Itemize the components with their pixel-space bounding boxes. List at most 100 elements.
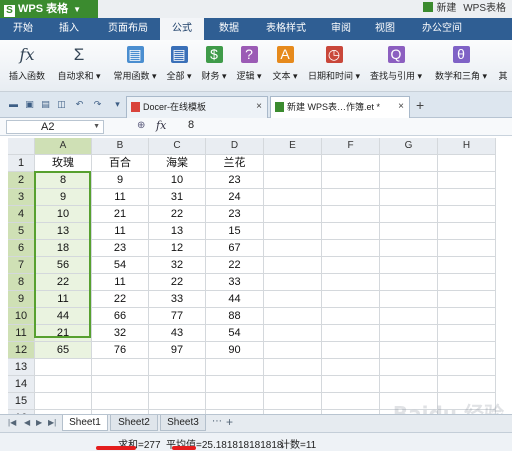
column-header-g[interactable]: G bbox=[380, 138, 438, 155]
cell-a6[interactable]: 18 bbox=[35, 240, 92, 257]
sheet-tab-sheet2[interactable]: Sheet2 bbox=[110, 415, 158, 431]
cell-h8[interactable] bbox=[438, 274, 496, 291]
column-header-f[interactable]: F bbox=[322, 138, 380, 155]
cell-e6[interactable] bbox=[264, 240, 322, 257]
cell-g9[interactable] bbox=[380, 291, 438, 308]
lookup-reference-button[interactable]: Q 查找与引用 ▾ bbox=[366, 46, 426, 90]
row-header[interactable]: 5 bbox=[8, 223, 35, 240]
cell-b9[interactable]: 22 bbox=[92, 291, 149, 308]
row-header[interactable]: 15 bbox=[8, 393, 35, 410]
cell-a1[interactable]: 玫瑰 bbox=[35, 155, 92, 172]
cell-d13[interactable] bbox=[206, 359, 264, 376]
cell-b6[interactable]: 23 bbox=[92, 240, 149, 257]
cell-e12[interactable] bbox=[264, 342, 322, 359]
tab-review[interactable]: 审阅 bbox=[322, 18, 360, 40]
column-header-a[interactable]: A bbox=[35, 138, 92, 155]
cell-f5[interactable] bbox=[322, 223, 380, 240]
column-header-d[interactable]: D bbox=[206, 138, 264, 155]
zoom-search-icon[interactable]: ⊕ bbox=[137, 120, 145, 131]
cell-h11[interactable] bbox=[438, 325, 496, 342]
row-header[interactable]: 4 bbox=[8, 206, 35, 223]
cell-f3[interactable] bbox=[322, 189, 380, 206]
cell-e13[interactable] bbox=[264, 359, 322, 376]
row-header[interactable]: 1 bbox=[8, 155, 35, 172]
cell-g2[interactable] bbox=[380, 172, 438, 189]
cell-d15[interactable] bbox=[206, 393, 264, 410]
cell-b14[interactable] bbox=[92, 376, 149, 393]
cell-b7[interactable]: 54 bbox=[92, 257, 149, 274]
cell-g11[interactable] bbox=[380, 325, 438, 342]
cell-a13[interactable] bbox=[35, 359, 92, 376]
cell-d4[interactable]: 23 bbox=[206, 206, 264, 223]
cell-f2[interactable] bbox=[322, 172, 380, 189]
cell-f6[interactable] bbox=[322, 240, 380, 257]
cell-c3[interactable]: 31 bbox=[149, 189, 206, 206]
print-icon[interactable]: ▤ bbox=[40, 99, 51, 110]
cell-h9[interactable] bbox=[438, 291, 496, 308]
cell-f1[interactable] bbox=[322, 155, 380, 172]
name-box[interactable]: A2 ▼ bbox=[6, 120, 104, 134]
row-header[interactable]: 6 bbox=[8, 240, 35, 257]
cell-f7[interactable] bbox=[322, 257, 380, 274]
cell-d1[interactable]: 兰花 bbox=[206, 155, 264, 172]
column-header-h[interactable]: H bbox=[438, 138, 496, 155]
cell-g14[interactable] bbox=[380, 376, 438, 393]
cell-d9[interactable]: 44 bbox=[206, 291, 264, 308]
cell-b2[interactable]: 9 bbox=[92, 172, 149, 189]
cell-e8[interactable] bbox=[264, 274, 322, 291]
cell-h13[interactable] bbox=[438, 359, 496, 376]
cell-d14[interactable] bbox=[206, 376, 264, 393]
row-header[interactable]: 3 bbox=[8, 189, 35, 206]
cell-f4[interactable] bbox=[322, 206, 380, 223]
cell-e15[interactable] bbox=[264, 393, 322, 410]
cell-b3[interactable]: 11 bbox=[92, 189, 149, 206]
cell-a14[interactable] bbox=[35, 376, 92, 393]
cell-f11[interactable] bbox=[322, 325, 380, 342]
customize-dropdown-icon[interactable]: ▾ bbox=[112, 99, 123, 110]
formula-input[interactable]: 8 bbox=[188, 119, 194, 131]
cell-f8[interactable] bbox=[322, 274, 380, 291]
close-icon[interactable]: × bbox=[398, 97, 404, 117]
cell-b1[interactable]: 百合 bbox=[92, 155, 149, 172]
cell-b10[interactable]: 66 bbox=[92, 308, 149, 325]
cell-d5[interactable]: 15 bbox=[206, 223, 264, 240]
cell-c10[interactable]: 77 bbox=[149, 308, 206, 325]
cell-a15[interactable] bbox=[35, 393, 92, 410]
cell-d10[interactable]: 88 bbox=[206, 308, 264, 325]
tab-insert[interactable]: 插入 bbox=[50, 18, 88, 40]
cell-g6[interactable] bbox=[380, 240, 438, 257]
cell-f13[interactable] bbox=[322, 359, 380, 376]
cell-c15[interactable] bbox=[149, 393, 206, 410]
chevron-down-icon[interactable]: ▼ bbox=[93, 121, 100, 133]
cell-f14[interactable] bbox=[322, 376, 380, 393]
tab-table-styles[interactable]: 表格样式 bbox=[258, 18, 314, 40]
print-preview-icon[interactable]: ◫ bbox=[56, 99, 67, 110]
cell-g3[interactable] bbox=[380, 189, 438, 206]
cell-d7[interactable]: 22 bbox=[206, 257, 264, 274]
cell-d11[interactable]: 54 bbox=[206, 325, 264, 342]
row-header[interactable]: 7 bbox=[8, 257, 35, 274]
tab-formulas[interactable]: 公式 bbox=[160, 18, 204, 40]
cell-e9[interactable] bbox=[264, 291, 322, 308]
cell-d2[interactable]: 23 bbox=[206, 172, 264, 189]
last-sheet-icon[interactable]: ▶| bbox=[48, 418, 56, 427]
cell-g7[interactable] bbox=[380, 257, 438, 274]
cell-e3[interactable] bbox=[264, 189, 322, 206]
cell-c14[interactable] bbox=[149, 376, 206, 393]
cell-b15[interactable] bbox=[92, 393, 149, 410]
cell-c1[interactable]: 海棠 bbox=[149, 155, 206, 172]
row-header[interactable]: 8 bbox=[8, 274, 35, 291]
cell-h10[interactable] bbox=[438, 308, 496, 325]
cell-d3[interactable]: 24 bbox=[206, 189, 264, 206]
cell-g4[interactable] bbox=[380, 206, 438, 223]
logic-button[interactable]: ? 逻辑 ▾ bbox=[232, 46, 266, 90]
cell-c6[interactable]: 12 bbox=[149, 240, 206, 257]
cell-d6[interactable]: 67 bbox=[206, 240, 264, 257]
open-folder-icon[interactable]: ▬ bbox=[8, 99, 19, 110]
fx-icon[interactable]: fx bbox=[156, 119, 166, 132]
sheet-list-icon[interactable]: ⋯ bbox=[212, 416, 222, 427]
cell-e4[interactable] bbox=[264, 206, 322, 223]
tab-data[interactable]: 数据 bbox=[210, 18, 248, 40]
row-header[interactable]: 2 bbox=[8, 172, 35, 189]
tab-office-space[interactable]: 办公空间 bbox=[412, 18, 472, 40]
